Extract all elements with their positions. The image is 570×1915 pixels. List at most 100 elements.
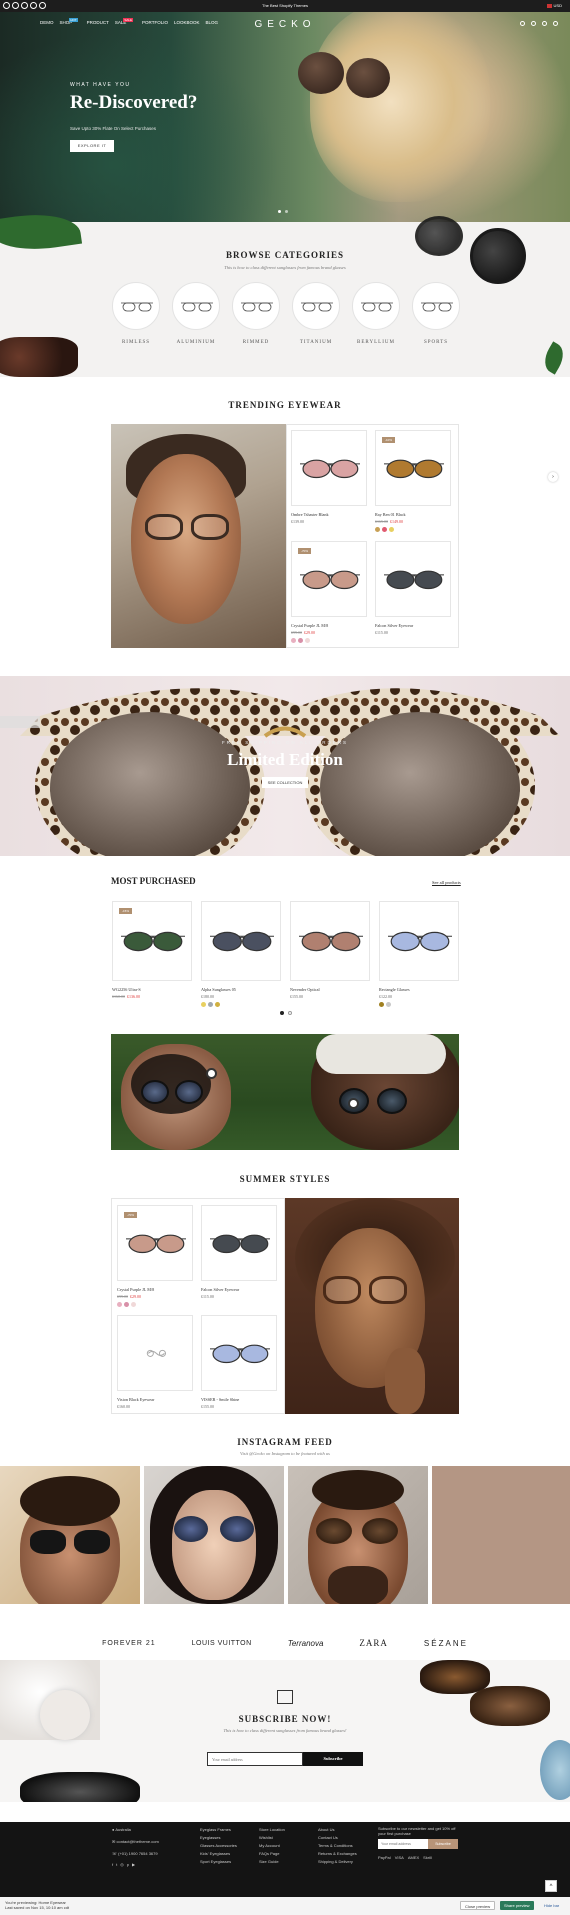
footer-link[interactable]: My Account bbox=[259, 1842, 285, 1850]
product-name[interactable]: Alpha Sunglasses 05 bbox=[201, 987, 281, 992]
footer-link[interactable]: Returns & Exchanges bbox=[318, 1850, 357, 1858]
brand-logo[interactable]: LOUIS VUITTON bbox=[192, 1640, 252, 1647]
back-to-top-icon[interactable]: ^ bbox=[545, 1880, 557, 1892]
product-name[interactable]: Falcon Silver Eyewear bbox=[201, 1287, 277, 1292]
product-image[interactable] bbox=[201, 1205, 277, 1281]
category-item[interactable]: RIMLESS bbox=[112, 282, 160, 345]
product-card[interactable]: -10% Ray Ben 01 Black £165.00 £149.00 bbox=[375, 430, 451, 532]
product-name[interactable]: Nevender Optical bbox=[290, 987, 370, 992]
product-name[interactable]: Crystal Purple JL M/8 bbox=[117, 1287, 193, 1292]
see-all-link[interactable]: See all products bbox=[432, 880, 461, 885]
subscribe-button[interactable]: Subscribe bbox=[303, 1752, 363, 1766]
product-name[interactable]: WG2256 Ultra-S bbox=[112, 987, 192, 992]
category-item[interactable]: TITANIUM bbox=[292, 282, 340, 345]
contact-phone[interactable]: ☏ (+01) 1900 7654 3679 bbox=[112, 1850, 159, 1858]
share-preview-button[interactable]: Share preview bbox=[500, 1901, 534, 1910]
product-image[interactable]: -70% bbox=[117, 1205, 193, 1281]
newsletter-subscribe-button[interactable]: Subscribe bbox=[428, 1839, 458, 1849]
category-circle[interactable] bbox=[112, 282, 160, 330]
product-name[interactable]: Vision Black Eyewear bbox=[117, 1397, 193, 1402]
product-card[interactable]: Rectangle Glasses £122.00 bbox=[379, 901, 459, 1007]
summer-feature-image[interactable] bbox=[285, 1198, 459, 1414]
hotspot-icon[interactable] bbox=[206, 1068, 217, 1079]
color-swatch[interactable] bbox=[117, 1302, 122, 1307]
footer-link[interactable]: Terms & Conditions bbox=[318, 1842, 357, 1850]
product-name[interactable]: Ray Ben 01 Black bbox=[375, 512, 451, 517]
category-item[interactable]: ALUMINIUM bbox=[172, 282, 220, 345]
category-circle[interactable] bbox=[352, 282, 400, 330]
product-card[interactable]: Alpha Sunglasses 05 £180.00 bbox=[201, 901, 281, 1007]
site-logo[interactable]: GECKO bbox=[0, 19, 570, 30]
category-circle[interactable] bbox=[232, 282, 280, 330]
product-card[interactable]: -15% WG2256 Ultra-S £160.00 £136.00 bbox=[112, 901, 192, 999]
product-name[interactable]: Rectangle Glasses bbox=[379, 987, 459, 992]
hide-bar-button[interactable]: Hide bar bbox=[540, 1901, 563, 1910]
search-icon[interactable] bbox=[520, 21, 525, 26]
footer-link[interactable]: Eyeglasses bbox=[200, 1834, 237, 1842]
color-swatch[interactable] bbox=[375, 527, 380, 532]
product-name[interactable]: Crystal Purple JL M/8 bbox=[291, 623, 367, 628]
product-image[interactable]: -10% bbox=[375, 430, 451, 506]
product-image[interactable] bbox=[291, 430, 367, 506]
brand-logo[interactable]: ZARA bbox=[359, 1638, 388, 1648]
hotspot-icon[interactable] bbox=[348, 1098, 359, 1109]
instagram-post[interactable] bbox=[288, 1466, 428, 1604]
footer-link[interactable]: Store Location bbox=[259, 1826, 285, 1834]
product-image[interactable]: -15% bbox=[112, 901, 192, 981]
product-name[interactable]: Ombre Tshaster Blank bbox=[291, 512, 367, 517]
see-collection-button[interactable]: SEE COLLECTION bbox=[262, 777, 308, 788]
product-image[interactable]: -70% bbox=[291, 541, 367, 617]
product-card[interactable]: Ombre Tshaster Blank £139.00 bbox=[291, 430, 367, 524]
color-swatch[interactable] bbox=[208, 1002, 213, 1007]
color-swatch[interactable] bbox=[215, 1002, 220, 1007]
brand-logo[interactable]: SÉZANE bbox=[424, 1639, 468, 1648]
footer-link[interactable]: FAQs Page bbox=[259, 1850, 285, 1858]
product-card[interactable]: -70% Crystal Purple JL M/8 £99.00 £29.00 bbox=[291, 541, 367, 643]
product-image[interactable] bbox=[290, 901, 370, 981]
category-circle[interactable] bbox=[412, 282, 460, 330]
color-swatch[interactable] bbox=[386, 1002, 391, 1007]
brand-logo[interactable]: FOREVER 21 bbox=[102, 1640, 156, 1647]
product-image[interactable] bbox=[201, 901, 281, 981]
footer-link[interactable]: About Us bbox=[318, 1826, 357, 1834]
product-image[interactable] bbox=[375, 541, 451, 617]
color-swatch[interactable] bbox=[389, 527, 394, 532]
color-swatch[interactable] bbox=[124, 1302, 129, 1307]
product-image[interactable] bbox=[117, 1315, 193, 1391]
color-swatch[interactable] bbox=[382, 527, 387, 532]
category-circle[interactable] bbox=[172, 282, 220, 330]
carousel-dot[interactable] bbox=[288, 1011, 292, 1015]
product-image[interactable] bbox=[379, 901, 459, 981]
color-swatch[interactable] bbox=[201, 1002, 206, 1007]
footer-link[interactable]: Wishlist bbox=[259, 1834, 285, 1842]
category-item[interactable]: RIMMED bbox=[232, 282, 280, 345]
category-item[interactable]: SPORTS bbox=[412, 282, 460, 345]
footer-link[interactable]: Contact Us bbox=[318, 1834, 357, 1842]
product-name[interactable]: VISSER - Smile Shine bbox=[201, 1397, 277, 1402]
instagram-post[interactable] bbox=[144, 1466, 284, 1604]
slider-dot[interactable] bbox=[285, 210, 288, 213]
color-swatch[interactable] bbox=[131, 1302, 136, 1307]
user-icon[interactable] bbox=[531, 21, 536, 26]
explore-button[interactable]: EXPLORE IT bbox=[70, 140, 114, 152]
currency-selector[interactable]: USD bbox=[546, 3, 562, 8]
color-swatch[interactable] bbox=[305, 638, 310, 643]
category-circle[interactable] bbox=[292, 282, 340, 330]
footer-link[interactable]: Sport Eyeglasses bbox=[200, 1858, 237, 1866]
instagram-post[interactable] bbox=[0, 1466, 140, 1604]
youtube-icon[interactable]: ▶ bbox=[132, 1862, 138, 1867]
product-card[interactable]: Falcon Silver Eyewear £115.00 bbox=[201, 1205, 277, 1299]
product-card[interactable]: Falcon Silver Eyewear £115.00 bbox=[375, 541, 451, 635]
product-image[interactable] bbox=[201, 1315, 277, 1391]
product-card[interactable]: Nevender Optical £155.00 bbox=[290, 901, 370, 999]
category-item[interactable]: BERYLLIUM bbox=[352, 282, 400, 345]
footer-link[interactable]: Size Guide bbox=[259, 1858, 285, 1866]
product-card[interactable]: Vision Black Eyewear £160.00 bbox=[117, 1315, 193, 1409]
product-name[interactable]: Falcon Silver Eyewear bbox=[375, 623, 451, 628]
subscribe-email-input[interactable] bbox=[207, 1752, 303, 1766]
footer-link[interactable]: Shipping & Delivery bbox=[318, 1858, 357, 1866]
cart-icon[interactable] bbox=[553, 21, 558, 26]
carousel-dot[interactable] bbox=[280, 1011, 284, 1015]
newsletter-email-input[interactable] bbox=[378, 1839, 428, 1849]
footer-link[interactable]: Eyeglass Frames bbox=[200, 1826, 237, 1834]
